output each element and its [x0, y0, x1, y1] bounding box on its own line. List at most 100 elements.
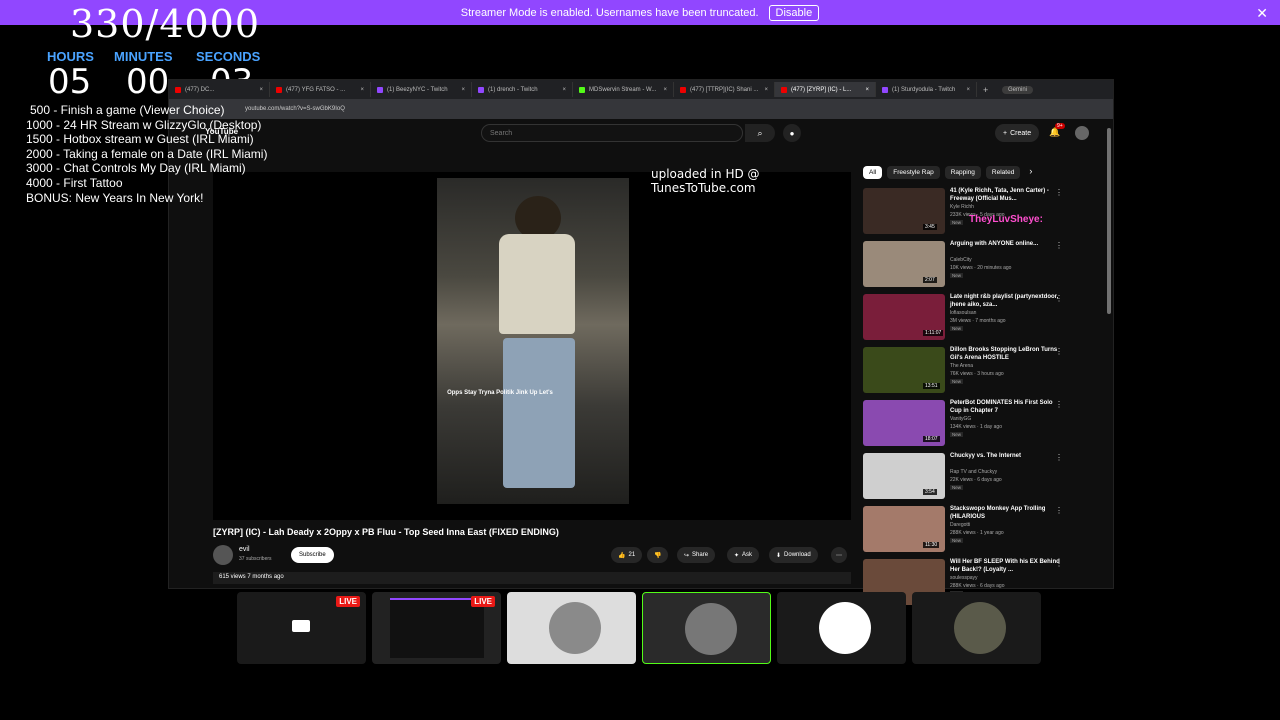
chat-username: TheyLuvSheye: — [969, 214, 1043, 225]
close-icon[interactable]: ✕ — [1256, 5, 1268, 22]
channel-name[interactable]: evil — [239, 546, 250, 553]
chip-rapping[interactable]: Rapping — [944, 166, 981, 179]
recommendation-title[interactable]: Chuckyy vs. The Internet — [950, 453, 1062, 461]
browser-tab-active[interactable]: (477) [ZYRP] (IC) - L... × — [775, 82, 876, 97]
account-avatar[interactable] — [1075, 126, 1089, 140]
recommendation-title[interactable]: Late night r&b playlist (partynextdoor, … — [950, 294, 1062, 309]
browser-tab[interactable]: MDSwervin Stream - W... × — [573, 82, 674, 97]
like-button[interactable]: 👍 21 — [611, 547, 643, 563]
more-vert-icon[interactable]: ⋮ — [1055, 400, 1063, 409]
create-button[interactable]: + Create — [995, 124, 1040, 142]
notifications-button[interactable]: 🔔 9+ — [1049, 123, 1065, 138]
twitch-favicon-icon — [377, 86, 383, 93]
browser-tab[interactable]: (1) drench - Twitch × — [472, 82, 573, 97]
source-tile[interactable] — [777, 592, 906, 664]
recommendation-channel[interactable]: Rap TV and Chuckyy — [950, 469, 997, 475]
address-bar[interactable]: youtube.com/watch?v=S-swGbK9IoQ — [169, 99, 1113, 119]
more-vert-icon[interactable]: ⋮ — [1055, 506, 1063, 515]
recommendation-item[interactable]: 11:30 Stackswopo Monkey App Trolling (HIL… — [863, 506, 1083, 559]
more-actions-button[interactable]: ⋯ — [831, 547, 847, 563]
recommendation-title[interactable]: PeterBot DOMINATES His First Solo Cup in… — [950, 400, 1062, 415]
tab-label: (1) Sturdyodula - Twitch — [892, 86, 956, 93]
dislike-button[interactable]: 👎 — [647, 547, 669, 563]
new-badge: New — [950, 326, 964, 331]
more-vert-icon[interactable]: ⋮ — [1055, 453, 1063, 462]
tab-label: (477) DC... — [185, 86, 215, 93]
recommendation-title[interactable]: Stackswopo Monkey App Trolling (HILARIOU… — [950, 506, 1062, 521]
tab-close-icon[interactable]: × — [259, 87, 263, 93]
recommendation-title[interactable]: 41 (Kyle Richh, Tata, Jenn Carter) - Fre… — [950, 188, 1062, 203]
gemini-button[interactable]: Gemini — [1001, 85, 1033, 94]
recommendation-item[interactable]: 1:11:07 Late night r&b playlist (partynex… — [863, 294, 1083, 347]
disable-button[interactable]: Disable — [768, 4, 820, 21]
source-tile[interactable] — [912, 592, 1041, 664]
source-switcher: LIVE LIVE — [237, 592, 1041, 664]
scrollbar[interactable] — [1107, 128, 1111, 314]
subscribe-button[interactable]: Subscribe — [291, 547, 334, 563]
voice-search-button[interactable]: ● — [783, 124, 801, 142]
browser-tab[interactable]: (477) YFG FATSO - ... × — [270, 82, 371, 97]
source-tile[interactable] — [507, 592, 636, 664]
recommendation-channel[interactable]: Daregotti — [950, 522, 970, 528]
share-button[interactable]: ↪ Share — [677, 547, 716, 563]
chip-freestyle-rap[interactable]: Freestyle Rap — [887, 166, 940, 179]
recommendation-channel[interactable]: The Arena — [950, 363, 973, 369]
description-box[interactable]: 615 views 7 months ago — [213, 572, 851, 584]
browser-tab[interactable]: (1) Sturdyodula - Twitch × — [876, 82, 977, 97]
recommendation-channel[interactable]: soulesspayy — [950, 575, 978, 581]
search-button[interactable]: ⌕ — [745, 124, 775, 142]
tab-close-icon[interactable]: × — [865, 87, 869, 93]
twitch-favicon-icon — [478, 86, 484, 93]
channel-row: evil 37 subscribers Subscribe 👍 21 👎 ↪ Sha… — [213, 545, 853, 567]
recommendation-item[interactable]: 18:07 PeterBot DOMINATES His First Solo C… — [863, 400, 1083, 453]
tab-label: (1) BeezyNYC - Twitch — [387, 86, 448, 93]
source-avatar — [819, 602, 871, 654]
search-input[interactable]: Search — [481, 124, 743, 142]
source-tile-selected[interactable] — [642, 592, 771, 664]
browser-tab[interactable]: (477) [TTRP](IC) Shani ... × — [674, 82, 775, 97]
chevron-right-icon[interactable]: › — [1025, 166, 1036, 179]
tab-close-icon[interactable]: × — [663, 87, 667, 93]
recommendation-title[interactable]: Will Her BF SLEEP With his EX Behind Her… — [950, 559, 1062, 574]
browser-tab[interactable]: (1) BeezyNYC - Twitch × — [371, 82, 472, 97]
more-vert-icon[interactable]: ⋮ — [1055, 188, 1063, 197]
recommendation-item[interactable]: 2:07 Arguing with ANYONE online... CalebCi… — [863, 241, 1083, 294]
source-tile[interactable]: LIVE — [372, 592, 501, 664]
video-frame: Opps Stay Tryna Politik Jink Up Let's — [437, 178, 629, 504]
channel-avatar[interactable] — [213, 545, 233, 565]
chip-all[interactable]: All — [863, 166, 883, 179]
new-tab-button[interactable]: + — [977, 85, 994, 95]
tab-label: (477) [TTRP](IC) Shani ... — [690, 86, 759, 93]
duration-badge: 2:07 — [923, 277, 937, 283]
new-badge: New — [950, 485, 964, 490]
goal-item: 3000 - Chat Controls My Day (IRL Miami) — [26, 161, 246, 176]
tab-close-icon[interactable]: × — [764, 87, 768, 93]
tab-close-icon[interactable]: × — [562, 87, 566, 93]
source-tile[interactable]: LIVE — [237, 592, 366, 664]
ask-button[interactable]: ✦ Ask — [727, 547, 760, 563]
more-vert-icon[interactable]: ⋮ — [1055, 559, 1063, 568]
video-player[interactable]: Opps Stay Tryna Politik Jink Up Let's up… — [213, 167, 851, 520]
browser-window: (477) DC... × (477) YFG FATSO - ... × (1) … — [168, 79, 1114, 605]
download-button[interactable]: ⬇ Download — [769, 547, 818, 563]
chip-related[interactable]: Related — [985, 166, 1021, 179]
recommendation-channel[interactable]: lofiasoulsan — [950, 310, 976, 316]
tab-label: (477) [ZYRP] (IC) - L... — [791, 86, 852, 93]
recommendation-channel[interactable]: VanityGG — [950, 416, 971, 422]
more-vert-icon[interactable]: ⋮ — [1055, 241, 1063, 250]
more-vert-icon[interactable]: ⋮ — [1055, 294, 1063, 303]
tab-close-icon[interactable]: × — [966, 87, 970, 93]
recommendation-title[interactable]: Dillon Brooks Stopping LeBron Turns Gil'… — [950, 347, 1062, 362]
recommendation-item[interactable]: 3:54 Chuckyy vs. The Internet Rap TV and C… — [863, 453, 1083, 506]
more-vert-icon[interactable]: ⋮ — [1055, 347, 1063, 356]
create-label: Create — [1010, 129, 1032, 137]
ask-label: Ask — [742, 552, 753, 558]
recommendation-item[interactable]: 13:51 Dillon Brooks Stopping LeBron Turns… — [863, 347, 1083, 400]
recommendation-channel[interactable]: Kyle Richh — [950, 204, 974, 210]
tab-close-icon[interactable]: × — [461, 87, 465, 93]
notification-badge: 9+ — [1055, 123, 1065, 129]
recommendation-channel[interactable]: CalebCity — [950, 257, 972, 263]
recommendation-title[interactable]: Arguing with ANYONE online... — [950, 241, 1062, 249]
browser-tab[interactable]: (477) DC... × — [169, 82, 270, 97]
tab-close-icon[interactable]: × — [360, 87, 364, 93]
